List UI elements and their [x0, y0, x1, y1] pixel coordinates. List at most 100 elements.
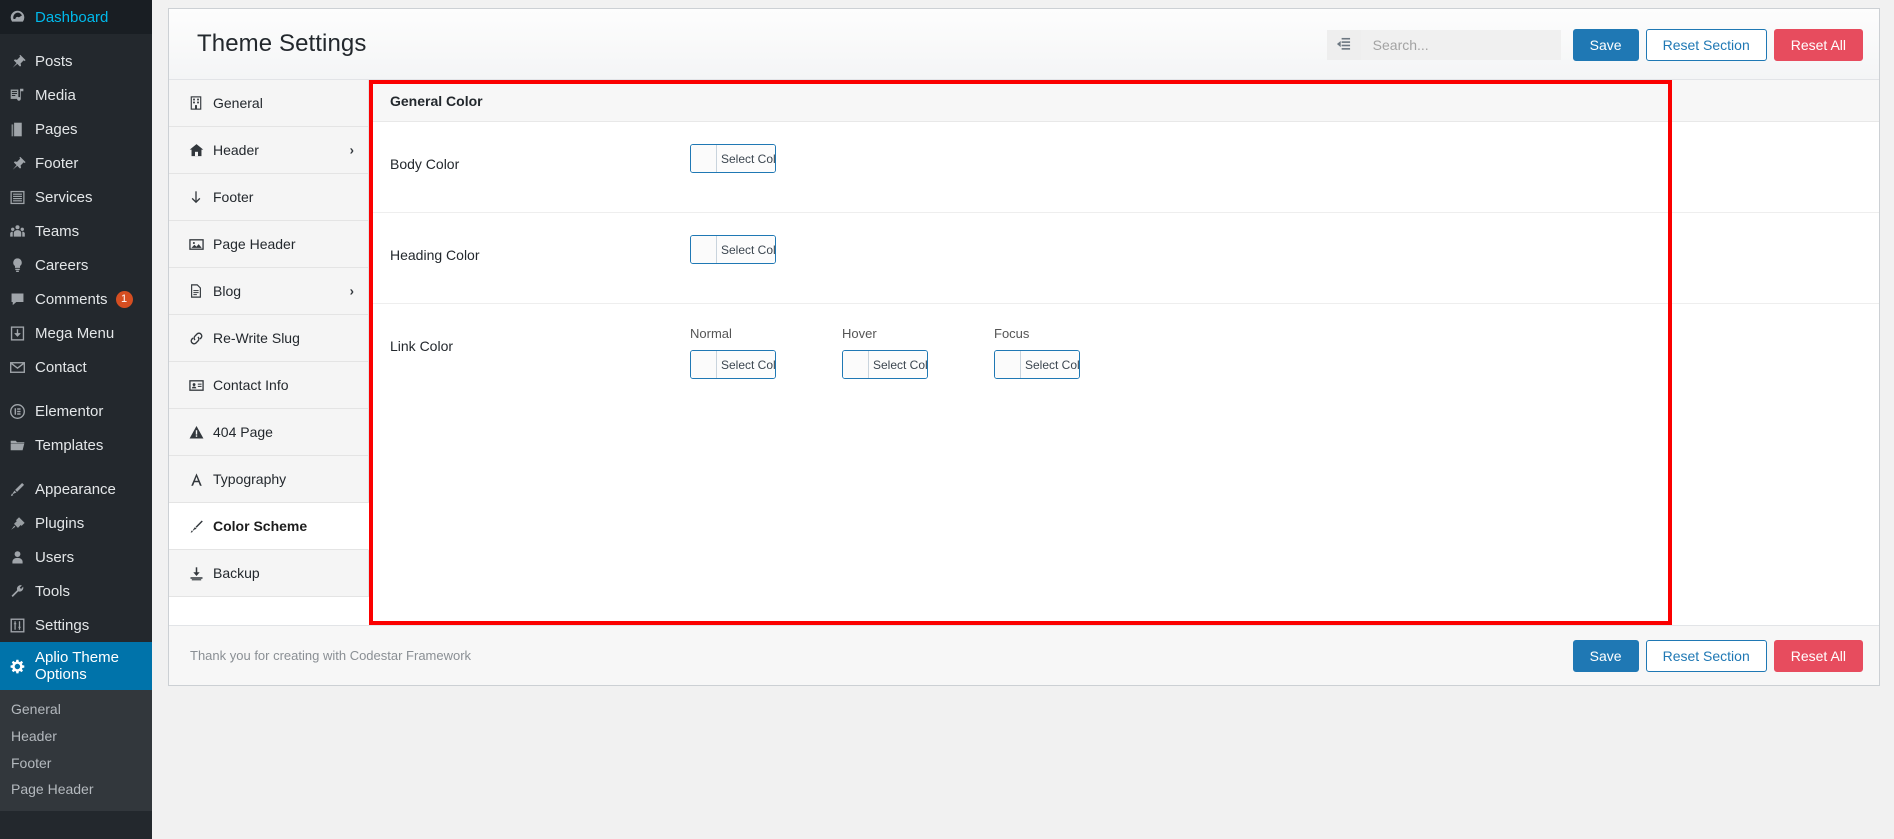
comment-icon	[9, 291, 35, 308]
sidebar-item-appearance[interactable]: Appearance	[0, 472, 152, 506]
select-color-button[interactable]: Select Color	[690, 235, 776, 264]
field-link-color: Link Color Normal Select Color Hover Select …	[369, 304, 1879, 484]
sidebar-item-label: Services	[35, 188, 93, 206]
sidebar-item-users[interactable]: Users	[0, 540, 152, 574]
color-control-group: Select Color	[690, 235, 776, 264]
color-swatch-preview[interactable]	[843, 351, 869, 378]
select-color-button[interactable]: Select Color	[690, 144, 776, 173]
sidebar-item-contact[interactable]: Contact	[0, 350, 152, 384]
tab-contact-info[interactable]: Contact Info	[169, 362, 368, 409]
sidebar-item-teams[interactable]: Teams	[0, 214, 152, 248]
reset-section-button-top[interactable]: Reset Section	[1645, 28, 1767, 61]
header-actions: Save Reset Section Reset All	[1326, 9, 1863, 80]
sidebar-item-careers[interactable]: Careers	[0, 248, 152, 282]
reset-section-button-bottom[interactable]: Reset Section	[1645, 639, 1767, 672]
sidebar-item-media[interactable]: Media	[0, 78, 152, 112]
sidebar-item-label: Posts	[35, 52, 73, 70]
sidebar-item-aplio-theme-options[interactable]: Aplio Theme Options	[0, 642, 160, 690]
sidebar-item-elementor[interactable]: Elementor	[0, 394, 152, 428]
color-control-group: Focus Select Color	[994, 326, 1080, 379]
sidebar-item-label: Media	[35, 86, 76, 104]
wrench-icon	[9, 583, 35, 600]
field-label: Link Color	[390, 338, 454, 354]
home-icon	[185, 143, 207, 158]
select-color-label: Select Color	[717, 145, 775, 172]
panel-header: Theme Settings Save Reset Section Reset …	[169, 9, 1879, 80]
sidebar-item-label: Teams	[35, 222, 80, 240]
expand-collapse-icon[interactable]	[1326, 29, 1361, 60]
groups-icon	[9, 223, 35, 240]
pages-icon	[9, 121, 35, 138]
sidebar-item-pages[interactable]: Pages	[0, 112, 152, 146]
tab-label: Blog	[213, 283, 242, 299]
save-button-bottom[interactable]: Save	[1572, 639, 1639, 672]
submenu-item-footer[interactable]: Footer	[0, 750, 152, 777]
list-icon	[9, 189, 35, 206]
sidebar-item-tools[interactable]: Tools	[0, 574, 152, 608]
reset-all-button-bottom[interactable]: Reset All	[1773, 639, 1863, 672]
tab-page-header[interactable]: Page Header	[169, 221, 368, 268]
tab-backup[interactable]: Backup	[169, 550, 368, 597]
contact-card-icon	[185, 378, 207, 393]
field-heading-color: Heading Color Select Color	[369, 213, 1879, 304]
color-control-group: Hover Select Color	[842, 326, 928, 379]
user-icon	[9, 549, 35, 566]
search-input[interactable]	[1360, 29, 1561, 60]
tab-blog[interactable]: Blog ›	[169, 268, 368, 315]
tab-color-scheme[interactable]: Color Scheme	[169, 503, 369, 550]
link-icon	[185, 331, 207, 346]
color-swatch-preview[interactable]	[995, 351, 1021, 378]
select-color-label: Select Color	[717, 351, 775, 378]
select-color-button[interactable]: Select Color	[842, 350, 928, 379]
sidebar-item-posts[interactable]: Posts	[0, 44, 152, 78]
sidebar-item-label: Aplio Theme Options	[35, 648, 119, 683]
tab-label: 404 Page	[213, 424, 273, 440]
sidebar-item-plugins[interactable]: Plugins	[0, 506, 152, 540]
section-title: General Color	[369, 80, 1879, 122]
reset-all-button-top[interactable]: Reset All	[1773, 28, 1863, 61]
sidebar-item-label: Appearance	[35, 480, 116, 498]
select-color-button[interactable]: Select Color	[994, 350, 1080, 379]
sidebar-item-mega-menu[interactable]: Mega Menu	[0, 316, 152, 350]
tab-header[interactable]: Header ›	[169, 127, 368, 174]
sidebar-item-label: Pages	[35, 120, 78, 138]
elementor-icon	[9, 403, 35, 420]
color-state-label: Normal	[690, 326, 732, 341]
submenu-item-general[interactable]: General	[0, 696, 152, 723]
sidebar-item-label: Footer	[35, 154, 79, 172]
color-swatch-preview[interactable]	[691, 145, 717, 172]
tab-re-write-slug[interactable]: Re-Write Slug	[169, 315, 368, 362]
sidebar-item-settings[interactable]: Settings	[0, 608, 152, 642]
panel-body: General Header › Footer Page Header Blog › Re-W…	[169, 80, 1879, 625]
color-swatch-preview[interactable]	[691, 351, 717, 378]
sidebar-item-templates[interactable]: Templates	[0, 428, 152, 462]
wp-body: Theme Settings Save Reset Section Reset …	[152, 0, 1894, 839]
select-color-label: Select Color	[1021, 351, 1079, 378]
save-button-top[interactable]: Save	[1572, 28, 1639, 61]
color-swatch-preview[interactable]	[691, 236, 717, 263]
sidebar-item-comments[interactable]: Comments 1	[0, 282, 152, 316]
tab-footer[interactable]: Footer	[169, 174, 368, 221]
sidebar-item-footer[interactable]: Footer	[0, 146, 152, 180]
sidebar-item-dashboard[interactable]: Dashboard	[0, 0, 152, 34]
tab-404-page[interactable]: 404 Page	[169, 409, 368, 456]
tab-label: Header	[213, 142, 259, 158]
tab-label: Contact Info	[213, 377, 289, 393]
submenu-item-page-header[interactable]: Page Header	[0, 776, 152, 803]
tab-general[interactable]: General	[169, 80, 368, 127]
submenu-item-header[interactable]: Header	[0, 723, 152, 750]
footer-credit: Thank you for creating with Codestar Fra…	[190, 648, 472, 663]
file-icon	[185, 284, 207, 298]
field-control: Select Color	[690, 235, 1859, 264]
select-color-button[interactable]: Select Color	[690, 350, 776, 379]
plug-icon	[9, 515, 35, 532]
general-color-section: General Color Body ColorSelect ColorHead…	[369, 80, 1879, 484]
dashboard-icon	[9, 9, 35, 26]
tab-typography[interactable]: Typography	[169, 456, 368, 503]
sidebar-item-label: Plugins	[35, 514, 85, 532]
wp-admin-sidebar: Dashboard Posts Media Pages Footer Services Te…	[0, 0, 160, 839]
sidebar-item-services[interactable]: Services	[0, 180, 152, 214]
field-label: Body Color	[390, 156, 460, 172]
font-icon	[185, 472, 207, 487]
tab-label: Page Header	[213, 236, 296, 252]
